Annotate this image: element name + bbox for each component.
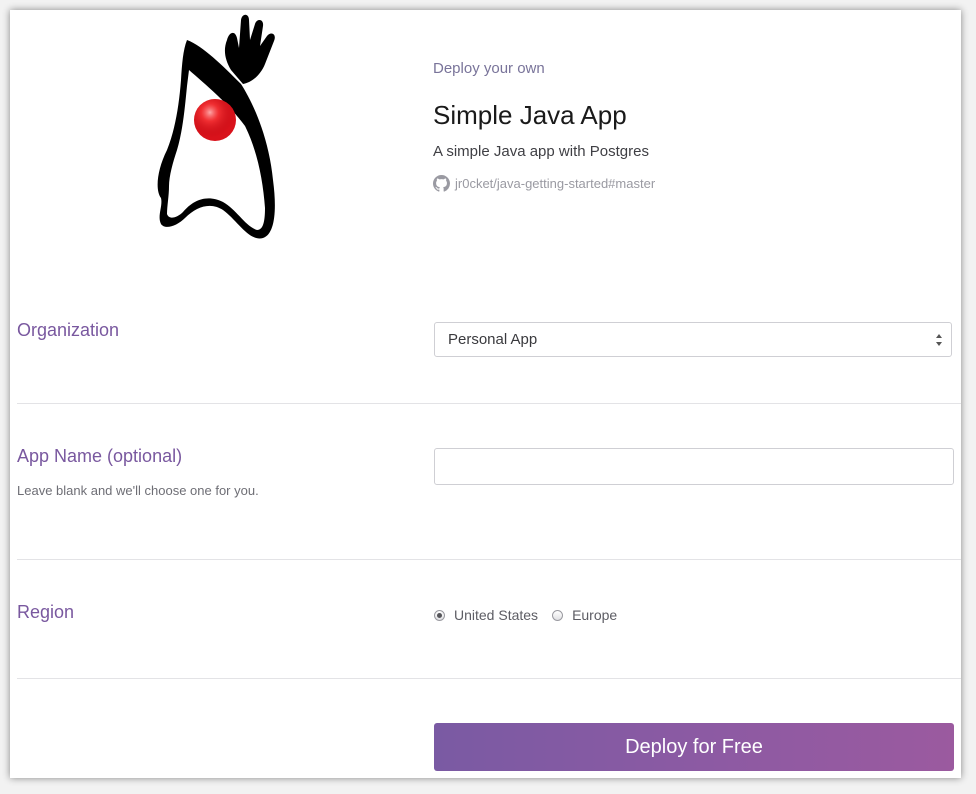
repo-name: jr0cket/java-getting-started#master: [455, 175, 656, 191]
app-name-hint: Leave blank and we'll choose one for you…: [17, 483, 259, 498]
app-name-input[interactable]: [434, 448, 954, 485]
divider: [17, 559, 961, 560]
region-radio-group: United States Europe: [434, 607, 631, 623]
divider: [17, 403, 961, 404]
app-name-label: App Name (optional): [17, 446, 183, 466]
select-arrows-icon: [936, 334, 942, 346]
deploy-label: Deploy your own: [433, 60, 545, 77]
java-duke-mascot-icon: [157, 14, 275, 239]
region-option-united-states[interactable]: United States: [434, 607, 538, 623]
region-label: Region: [17, 602, 75, 622]
app-title: Simple Java App: [433, 100, 627, 130]
app-description: A simple Java app with Postgres: [433, 143, 649, 160]
organization-selected-value: Personal App: [448, 331, 538, 348]
region-option-europe[interactable]: Europe: [552, 607, 617, 623]
region-option-label: Europe: [572, 607, 618, 623]
app-header: Deploy your own Simple Java App A simple…: [433, 60, 953, 192]
deploy-page: Deploy your own Simple Java App A simple…: [10, 10, 961, 778]
divider: [17, 678, 961, 679]
radio-button-checked[interactable]: [434, 609, 445, 621]
organization-select[interactable]: Personal App: [434, 322, 952, 357]
organization-label: Organization: [17, 320, 120, 340]
radio-button-unchecked[interactable]: [552, 609, 564, 621]
repo-link[interactable]: jr0cket/java-getting-started#master: [433, 175, 953, 192]
github-icon: [433, 175, 450, 192]
region-option-label: United States: [454, 607, 539, 623]
deploy-for-free-button[interactable]: Deploy for Free: [434, 723, 954, 771]
